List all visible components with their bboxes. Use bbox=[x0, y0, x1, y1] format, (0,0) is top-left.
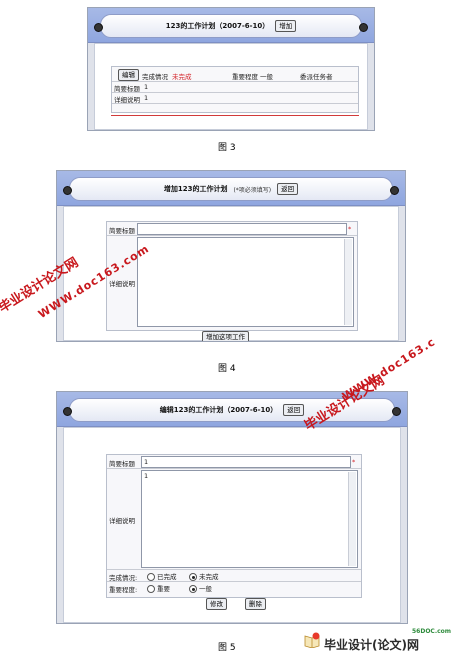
detail-label: 详细说明 bbox=[109, 280, 135, 288]
status-undone-option[interactable]: 未完成 bbox=[189, 571, 219, 581]
importance-label: 重要程度 bbox=[232, 73, 258, 81]
row-divider bbox=[107, 235, 357, 236]
edit-plan-form: 简要标题 1 * 详细说明 1 完成情况: 已完成 未完成 重要程度: 重要 一… bbox=[106, 454, 362, 598]
edit-button[interactable]: 编辑 bbox=[118, 69, 139, 81]
status-value: 未完成 bbox=[172, 73, 192, 81]
detail-value: 1 bbox=[144, 94, 149, 102]
importance-high-option[interactable]: 重要 bbox=[147, 583, 170, 593]
required-note: (*项必须填写) bbox=[233, 186, 272, 194]
figure-3-body: 编辑 完成情况 未完成 重要程度 一般 委派任务者 简要标题 1 详细说明 1 bbox=[94, 43, 368, 130]
add-button[interactable]: 增加 bbox=[275, 20, 297, 32]
figure-3-header: 123的工作计划（2007-6-10） 增加 bbox=[88, 8, 374, 43]
figure-4-title: 增加123的工作计划 bbox=[163, 185, 228, 193]
figure-4-caption: 图 4 bbox=[218, 364, 236, 374]
figure-3-title: 123的工作计划（2007-6-10） bbox=[165, 22, 270, 30]
status-done-text: 已完成 bbox=[157, 573, 177, 581]
book-icon bbox=[304, 632, 320, 649]
importance-high-text: 重要 bbox=[157, 585, 170, 593]
back-button[interactable]: 返回 bbox=[277, 183, 299, 195]
importance-normal-option[interactable]: 一般 bbox=[189, 583, 212, 593]
status-undone-radio[interactable] bbox=[189, 573, 197, 581]
figure-3-caption: 图 3 bbox=[218, 143, 236, 153]
status-undone-text: 未完成 bbox=[199, 573, 219, 581]
back-button[interactable]: 返回 bbox=[283, 404, 305, 416]
left-bolt-icon bbox=[63, 407, 72, 416]
row-divider bbox=[112, 103, 358, 104]
detail-textarea[interactable]: 1 bbox=[141, 470, 358, 568]
figure-4-header: 增加123的工作计划 (*项必须填写) 返回 bbox=[57, 171, 405, 206]
red-divider bbox=[111, 115, 359, 116]
summary-input[interactable] bbox=[137, 223, 347, 235]
assigner-label: 委派任务者 bbox=[300, 73, 333, 81]
required-mark: * bbox=[348, 225, 352, 233]
row-divider bbox=[112, 81, 358, 82]
plan-detail-table: 编辑 完成情况 未完成 重要程度 一般 委派任务者 简要标题 1 详细说明 1 bbox=[111, 66, 359, 113]
right-bolt-icon bbox=[392, 407, 401, 416]
row-divider bbox=[107, 581, 361, 582]
detail-label: 详细说明 bbox=[109, 517, 135, 525]
summary-label: 简要标题 bbox=[109, 227, 135, 235]
summary-input-value: 1 bbox=[144, 458, 149, 466]
importance-normal-radio[interactable] bbox=[189, 585, 197, 593]
textarea-scrollbar[interactable] bbox=[344, 239, 352, 325]
importance-high-radio[interactable] bbox=[147, 585, 155, 593]
footer-logo: 56DOC.com 毕业设计(论文)网 bbox=[300, 628, 456, 658]
summary-value: 1 bbox=[144, 83, 149, 91]
status-done-radio[interactable] bbox=[147, 573, 155, 581]
summary-input[interactable]: 1 bbox=[141, 456, 351, 468]
status-done-option[interactable]: 已完成 bbox=[147, 571, 177, 581]
summary-label: 简要标题 bbox=[109, 460, 135, 468]
importance-normal-text: 一般 bbox=[199, 585, 212, 593]
figure-4-title-bar: 增加123的工作计划 (*项必须填写) 返回 bbox=[69, 177, 393, 201]
right-bolt-icon bbox=[359, 23, 368, 32]
figure-5-caption: 图 5 bbox=[218, 643, 236, 653]
left-bolt-icon bbox=[63, 186, 72, 195]
figure-5-body: 简要标题 1 * 详细说明 1 完成情况: 已完成 未完成 重要程度: 重要 一… bbox=[63, 427, 401, 623]
add-plan-form: 简要标题 * 详细说明 bbox=[106, 221, 358, 331]
figure-4-screenshot: 增加123的工作计划 (*项必须填写) 返回 简要标题 * 详细说明 增加这项工… bbox=[56, 170, 406, 342]
status-label: 完成情况 bbox=[142, 73, 168, 81]
textarea-scrollbar[interactable] bbox=[348, 472, 356, 566]
figure-3-screenshot: 123的工作计划（2007-6-10） 增加 编辑 完成情况 未完成 重要程度 … bbox=[87, 7, 375, 131]
figure-5-screenshot: 编辑123的工作计划（2007-6-10） 返回 简要标题 1 * 详细说明 1… bbox=[56, 391, 408, 624]
figure-3-title-bar: 123的工作计划（2007-6-10） 增加 bbox=[100, 14, 362, 38]
required-mark: * bbox=[352, 458, 356, 466]
add-work-button[interactable]: 增加这项工作 bbox=[202, 331, 249, 341]
row-divider bbox=[107, 468, 361, 469]
row-divider bbox=[112, 92, 358, 93]
right-bolt-icon bbox=[390, 186, 399, 195]
importance-value: 一般 bbox=[260, 73, 273, 81]
delete-button[interactable]: 删除 bbox=[245, 598, 266, 610]
footer-logo-domain: 56DOC.com bbox=[412, 628, 452, 635]
importance-label: 重要程度: bbox=[109, 586, 138, 594]
detail-textarea-value: 1 bbox=[144, 472, 149, 480]
figure-5-title: 编辑123的工作计划（2007-6-10） bbox=[159, 406, 278, 414]
left-bolt-icon bbox=[94, 23, 103, 32]
row-divider bbox=[107, 569, 361, 570]
modify-button[interactable]: 修改 bbox=[206, 598, 227, 610]
footer-logo-name: 毕业设计(论文)网 bbox=[324, 638, 419, 652]
detail-textarea[interactable] bbox=[137, 237, 354, 327]
